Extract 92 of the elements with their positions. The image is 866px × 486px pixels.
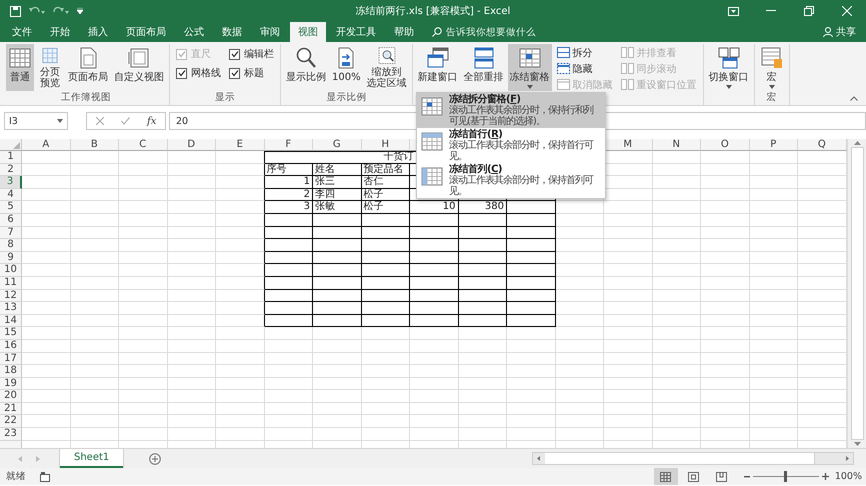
- row-header[interactable]: 17: [0, 352, 22, 366]
- ribbon-tab[interactable]: 审阅: [252, 22, 288, 42]
- table-cell: 李四: [313, 188, 362, 202]
- group-label: 显示: [215, 92, 235, 105]
- group-label: 显示比例: [326, 92, 366, 105]
- menu-item[interactable]: 冻结首列(C) 滚动工作表其余部分时，保持首列可见。: [417, 163, 605, 198]
- column-header[interactable]: O: [701, 139, 750, 151]
- ribbon-tab[interactable]: 公式: [176, 22, 212, 42]
- table-cell: 杏仁: [362, 176, 410, 189]
- row-header[interactable]: 21: [0, 402, 22, 416]
- insert-function-button[interactable]: fx: [147, 116, 156, 126]
- name-box[interactable]: I3: [4, 112, 68, 130]
- row-header[interactable]: 3: [0, 176, 22, 189]
- ribbon-tab[interactable]: 数据: [214, 22, 250, 42]
- column-header[interactable]: C: [119, 139, 168, 151]
- table-cell: 姓名: [313, 164, 362, 176]
- column-header[interactable]: E: [216, 139, 264, 151]
- row-header[interactable]: 23: [0, 428, 22, 441]
- column-header[interactable]: P: [750, 139, 798, 151]
- column-header[interactable]: D: [168, 139, 216, 151]
- column-header[interactable]: F: [264, 139, 313, 151]
- ribbon-button[interactable]: 新建窗口: [416, 44, 460, 91]
- search-field[interactable]: 告诉我你想要做什么: [446, 26, 536, 38]
- window-title: 冻结前两行.xls [兼容模式] - Excel: [356, 4, 510, 18]
- row-header[interactable]: 6: [0, 214, 22, 227]
- table-cell: 张敏: [313, 201, 362, 214]
- row-header[interactable]: 2: [0, 164, 22, 176]
- ribbon-tab[interactable]: 文件: [4, 22, 40, 42]
- table-cell: 序号: [264, 164, 313, 176]
- row-header[interactable]: 10: [0, 264, 22, 277]
- row-header[interactable]: 19: [0, 378, 22, 390]
- ribbon-button[interactable]: 切换窗口: [706, 44, 751, 91]
- column-header[interactable]: B: [70, 139, 119, 151]
- ribbon-button[interactable]: 100%: [330, 44, 363, 91]
- ribbon-button[interactable]: 页面布局: [66, 44, 110, 91]
- row-header[interactable]: 12: [0, 290, 22, 302]
- group-label: 工作簿视图: [61, 92, 111, 105]
- row-header[interactable]: 13: [0, 302, 22, 315]
- ribbon-button[interactable]: 隐藏: [556, 62, 613, 75]
- table-cell: 预定品名: [362, 164, 410, 176]
- table-cell: 2: [264, 188, 313, 202]
- ribbon-tab[interactable]: 页面布局: [118, 22, 174, 42]
- column-header[interactable]: M: [604, 139, 652, 151]
- row-header[interactable]: 7: [0, 226, 22, 240]
- zoom-level[interactable]: 100%: [834, 471, 862, 482]
- table-cell: 1: [264, 176, 313, 189]
- row-header[interactable]: 20: [0, 390, 22, 403]
- ribbon-button[interactable]: 显示比例: [284, 44, 328, 91]
- checkbox-label[interactable]: 标题: [244, 66, 264, 80]
- row-header[interactable]: 1: [0, 151, 22, 164]
- table-cell: 松子: [362, 188, 410, 202]
- table-cell: 3: [264, 201, 313, 214]
- row-header[interactable]: 5: [0, 201, 22, 214]
- ribbon-button[interactable]: 普通: [6, 44, 34, 91]
- ribbon-tab[interactable]: 插入: [80, 22, 116, 42]
- ribbon-tab[interactable]: 开始: [42, 22, 78, 42]
- row-header[interactable]: 11: [0, 276, 22, 290]
- row-header[interactable]: 14: [0, 314, 22, 328]
- row-header[interactable]: 18: [0, 365, 22, 378]
- checkbox-label[interactable]: 编辑栏: [244, 47, 274, 61]
- ribbon-tab[interactable]: 帮助: [386, 22, 422, 42]
- row-header[interactable]: 15: [0, 327, 22, 340]
- table-cell: 张三: [313, 176, 362, 189]
- ribbon-button[interactable]: 宏: [758, 44, 786, 91]
- row-header[interactable]: 8: [0, 239, 22, 252]
- ribbon-button[interactable]: 缩放到 选定区域: [364, 44, 409, 91]
- ribbon-button[interactable]: 拆分: [556, 46, 613, 59]
- table-cell: 380: [458, 201, 507, 214]
- ribbon-tab[interactable]: 开发工具: [328, 22, 384, 42]
- sheet-tab[interactable]: Sheet1: [60, 449, 124, 468]
- column-header[interactable]: Q: [798, 139, 846, 151]
- row-header[interactable]: 22: [0, 415, 22, 428]
- row-header[interactable]: 16: [0, 340, 22, 352]
- ribbon-tab[interactable]: 视图: [290, 22, 326, 42]
- ribbon-button[interactable]: 自定义视图: [112, 44, 166, 91]
- group-label: 宏: [766, 92, 777, 105]
- row-header[interactable]: 9: [0, 252, 22, 264]
- menu-item[interactable]: 冻结拆分窗格(F) 滚动工作表其余部分时，保持行和列可见(基于当前的选择)。: [417, 93, 605, 128]
- ribbon-button[interactable]: 冻结窗格: [508, 44, 552, 91]
- ribbon-button[interactable]: 分页 预览: [36, 44, 64, 91]
- ribbon-button[interactable]: 全部重排: [462, 44, 506, 91]
- column-header[interactable]: N: [652, 139, 701, 151]
- row-header[interactable]: 4: [0, 188, 22, 202]
- share-button[interactable]: 共享: [823, 22, 856, 42]
- table-cell: 10: [410, 201, 458, 214]
- status-text: 就绪: [6, 470, 26, 483]
- column-header[interactable]: G: [313, 139, 362, 151]
- checkbox-label[interactable]: 网格线: [191, 66, 221, 80]
- column-header[interactable]: A: [22, 139, 70, 151]
- column-header[interactable]: H: [362, 139, 410, 151]
- table-cell: 松子: [362, 201, 410, 214]
- menu-item[interactable]: 冻结首行(R) 滚动工作表其余部分时，保持首行可见。: [417, 128, 605, 163]
